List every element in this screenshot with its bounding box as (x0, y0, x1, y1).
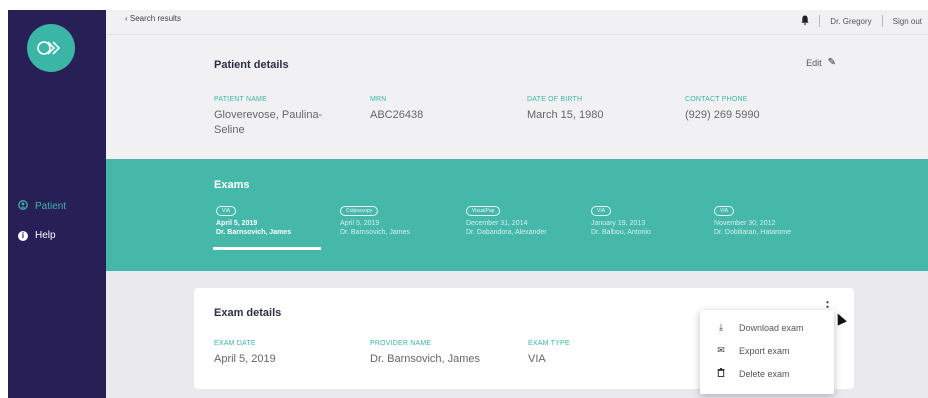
exam-date: December 31, 2014 (466, 220, 528, 227)
field-value: March 15, 1980 (527, 109, 604, 121)
exam-type-badge: Colposcopy (340, 206, 379, 216)
exam-type-badge: VIA (714, 206, 735, 216)
user-name[interactable]: Dr. Gregory (830, 17, 871, 26)
active-tab-indicator (213, 247, 321, 250)
exam-provider: Dr. Dobiliaran, Hatarome (714, 229, 792, 236)
menu-item-label: Export exam (739, 345, 790, 356)
exam-date: November 30, 2012 (714, 220, 776, 227)
contact-phone-field: CONTACT PHONE (929) 269 5990 (685, 96, 760, 123)
exam-date: January 19, 2013 (591, 220, 646, 227)
patient-details-panel: Patient details Edit ✎ PATIENT NAME Glov… (106, 35, 928, 159)
field-value: ABC26438 (370, 109, 424, 121)
edit-button[interactable]: Edit ✎ (806, 57, 836, 68)
field-label: PATIENT NAME (214, 96, 267, 103)
exam-date: April 5, 2019 (216, 220, 258, 227)
back-to-search-link[interactable]: ‹ Search results (125, 14, 181, 23)
exam-provider: Dr. Dabandora, Alexander (466, 229, 547, 236)
exam-tab-4[interactable]: VIA January 19, 2013 Dr. Balbou, Antonio (591, 206, 651, 237)
info-icon: i (18, 229, 28, 241)
sidebar: Patient i Help (8, 10, 106, 398)
patient-name-field: PATIENT NAME Gloverevose, Paulina-Seline (214, 96, 344, 138)
app-window: Patient i Help ‹ Search results Dr. Greg… (0, 0, 928, 398)
exam-date: April 5, 2019 (340, 220, 380, 227)
menu-item-download-exam[interactable]: ⤓ Download exam (716, 322, 804, 333)
edit-label: Edit (806, 57, 822, 68)
exam-tab-5[interactable]: VIA November 30, 2012 Dr. Dobiliaran, Ha… (714, 206, 791, 237)
exam-type-badge: VisualPap (466, 206, 501, 216)
exam-provider: Dr. Balbou, Antonio (591, 229, 651, 236)
exam-options-menu: ⤓ Download exam ✉ Export exam Delete exa… (700, 310, 834, 394)
trash-icon (716, 368, 726, 379)
provider-name-field: PROVIDER NAME Dr. Barnsovich, James (370, 340, 480, 367)
field-label: DATE OF BIRTH (527, 96, 583, 103)
sidebar-item-patient[interactable]: Patient (18, 200, 66, 213)
field-label: EXAM DATE (214, 340, 256, 347)
exams-band: Exams VIA April 5, 2019 Dr. Barnsovich, … (106, 159, 928, 271)
exam-details-title: Exam details (214, 307, 282, 319)
exam-tab-2[interactable]: Colposcopy April 5, 2019 Dr. Barnsovich,… (340, 206, 410, 237)
field-value: Dr. Barnsovich, James (370, 353, 481, 365)
exam-date-field: EXAM DATE April 5, 2019 (214, 340, 276, 367)
sidebar-item-label: Help (35, 229, 56, 241)
field-label: EXAM TYPE (528, 340, 570, 347)
field-value: (929) 269 5990 (685, 109, 760, 121)
envelope-icon: ✉ (717, 345, 725, 355)
menu-item-label: Download exam (739, 322, 804, 333)
exams-title: Exams (214, 179, 250, 191)
patient-details-title: Patient details (214, 59, 289, 71)
download-icon: ⤓ (719, 322, 723, 332)
sidebar-item-label: Patient (35, 201, 67, 212)
user-controls: Dr. Gregory Sign out (801, 15, 922, 27)
exam-tab-1[interactable]: VIA April 5, 2019 Dr. Barnsovich, James (216, 206, 291, 237)
exam-type-badge: VIA (591, 206, 612, 216)
menu-item-delete-exam[interactable]: Delete exam (716, 368, 790, 379)
menu-item-export-exam[interactable]: ✉ Export exam (716, 345, 790, 356)
person-icon (18, 200, 28, 213)
exam-tab-3[interactable]: VisualPap December 31, 2014 Dr. Dabandor… (466, 206, 547, 237)
date-of-birth-field: DATE OF BIRTH March 15, 1980 (527, 96, 603, 123)
sidebar-item-help[interactable]: i Help (18, 229, 56, 241)
top-bar: ‹ Search results Dr. Gregory Sign out (106, 10, 928, 35)
divider (881, 15, 883, 27)
pencil-icon: ✎ (827, 57, 836, 68)
exam-type-badge: VIA (216, 206, 237, 216)
menu-item-label: Delete exam (739, 368, 790, 379)
field-value: Gloverevose, Paulina-Seline (214, 109, 323, 136)
logo[interactable] (27, 24, 75, 72)
mrn-field: MRN ABC26438 (370, 96, 423, 123)
field-label: MRN (370, 96, 387, 103)
field-label: CONTACT PHONE (685, 96, 748, 103)
field-value: April 5, 2019 (214, 353, 276, 365)
field-label: PROVIDER NAME (370, 340, 432, 347)
exam-provider: Dr. Barnsovich, James (340, 229, 411, 236)
chevrons-logo-icon (37, 41, 61, 55)
field-value: VIA (528, 353, 546, 365)
bell-icon[interactable] (801, 15, 809, 27)
divider (819, 15, 821, 27)
sign-out-link[interactable]: Sign out (893, 17, 922, 26)
exam-provider: Dr. Barnsovich, James (216, 229, 292, 236)
exam-type-field: EXAM TYPE VIA (528, 340, 570, 367)
